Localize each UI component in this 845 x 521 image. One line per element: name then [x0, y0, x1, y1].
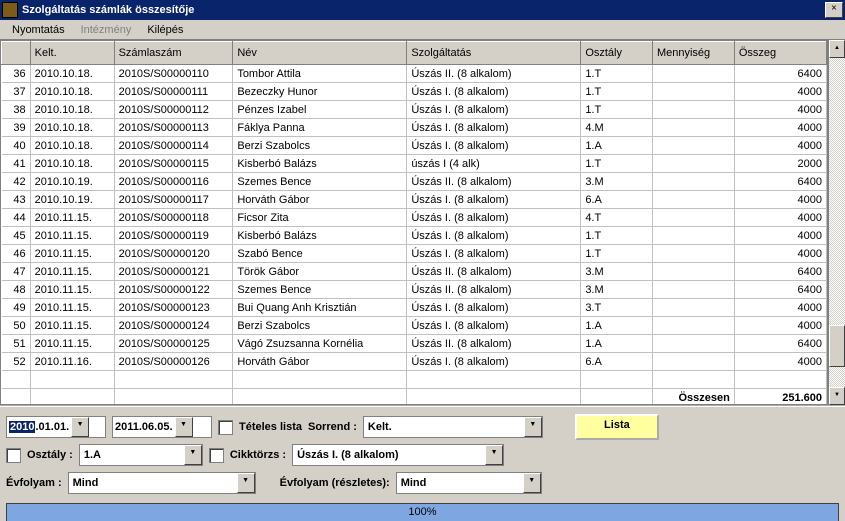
chevron-down-icon[interactable]: ▼ — [175, 417, 193, 437]
controls-panel: 2010.01.01. ▼ 2011.06.05. ▼ Tételes list… — [0, 405, 845, 499]
col-osszeg[interactable]: Összeg — [734, 42, 826, 65]
summary-total: 251.600 — [734, 389, 826, 406]
table-row[interactable]: 472010.11.15.2010S/S00000121Török GáborÚ… — [2, 263, 827, 281]
teteles-lista-label: Tételes lista — [239, 421, 302, 433]
grid-area: Kelt. Számlaszám Név Szolgáltatás Osztál… — [0, 40, 845, 405]
table-row[interactable]: 372010.10.18.2010S/S00000111Bezeczky Hun… — [2, 83, 827, 101]
date-to-input[interactable]: 2011.06.05. ▼ — [112, 416, 212, 438]
col-kelt[interactable]: Kelt. — [30, 42, 114, 65]
evfolyam-reszletes-label: Évfolyam (részletes): — [280, 477, 390, 489]
table-row[interactable]: 412010.10.18.2010S/S00000115Kisberbó Bal… — [2, 155, 827, 173]
menu-kilepes[interactable]: Kilépés — [139, 22, 191, 38]
table-row[interactable]: 452010.11.15.2010S/S00000119Kisberbó Bal… — [2, 227, 827, 245]
col-rownum[interactable] — [2, 42, 31, 65]
osztaly-label: Osztály : — [27, 449, 73, 461]
header-row: Kelt. Számlaszám Név Szolgáltatás Osztál… — [2, 42, 827, 65]
table-row[interactable]: 392010.10.18.2010S/S00000113Fáklya Panna… — [2, 119, 827, 137]
scroll-up-icon[interactable]: ▲ — [829, 40, 845, 58]
table-row[interactable]: 462010.11.15.2010S/S00000120Szabó BenceÚ… — [2, 245, 827, 263]
data-grid[interactable]: Kelt. Számlaszám Név Szolgáltatás Osztál… — [0, 40, 828, 405]
menu-intezmeny: Intézmény — [73, 22, 140, 38]
table-row[interactable]: 512010.11.15.2010S/S00000125Vágó Zsuzsan… — [2, 335, 827, 353]
table-row[interactable]: 402010.10.18.2010S/S00000114Berzi Szabol… — [2, 137, 827, 155]
chevron-down-icon[interactable]: ▼ — [71, 417, 89, 437]
sorrend-combo[interactable]: Kelt. ▼ — [363, 416, 543, 438]
col-osztaly[interactable]: Osztály — [581, 42, 653, 65]
chevron-down-icon[interactable]: ▼ — [237, 473, 255, 493]
table-row[interactable]: 482010.11.15.2010S/S00000122Szemes Bence… — [2, 281, 827, 299]
evfolyam-reszletes-combo[interactable]: Mind ▼ — [396, 472, 542, 494]
progress-bar: 100% — [6, 503, 839, 521]
window-title: Szolgáltatás számlák összesítője — [22, 4, 825, 16]
scroll-track[interactable] — [829, 58, 845, 387]
table-row[interactable]: 522010.11.16.2010S/S00000126Horváth Gábo… — [2, 353, 827, 371]
chevron-down-icon[interactable]: ▼ — [184, 445, 202, 465]
osztaly-combo[interactable]: 1.A ▼ — [79, 444, 203, 466]
table-row[interactable]: 362010.10.18.2010S/S00000110Tombor Attil… — [2, 65, 827, 83]
cikktorzs-combo[interactable]: Úszás I. (8 alkalom) ▼ — [292, 444, 504, 466]
date-from-input[interactable]: 2010.01.01. ▼ — [6, 416, 106, 438]
scroll-thumb[interactable] — [829, 325, 845, 367]
cikktorzs-checkbox[interactable] — [209, 448, 224, 463]
evfolyam-label: Évfolyam : — [6, 477, 62, 489]
scroll-down-icon[interactable]: ▼ — [829, 387, 845, 405]
osztaly-checkbox[interactable] — [6, 448, 21, 463]
title-bar: Szolgáltatás számlák összesítője × — [0, 0, 845, 20]
col-nev[interactable]: Név — [233, 42, 407, 65]
empty-row — [2, 371, 827, 389]
table-row[interactable]: 502010.11.15.2010S/S00000124Berzi Szabol… — [2, 317, 827, 335]
chevron-down-icon[interactable]: ▼ — [485, 445, 503, 465]
col-mennyiseg[interactable]: Mennyiség — [652, 42, 734, 65]
table-row[interactable]: 422010.10.19.2010S/S00000116Szemes Bence… — [2, 173, 827, 191]
cikktorzs-label: Cikktörzs : — [230, 449, 286, 461]
app-icon — [2, 2, 18, 18]
table-row[interactable]: 432010.10.19.2010S/S00000117Horváth Gábo… — [2, 191, 827, 209]
lista-button[interactable]: Lista — [575, 414, 659, 440]
chevron-down-icon[interactable]: ▼ — [523, 473, 541, 493]
table-row[interactable]: 382010.10.18.2010S/S00000112Pénzes Izabe… — [2, 101, 827, 119]
col-szamlaszam[interactable]: Számlaszám — [114, 42, 233, 65]
close-button[interactable]: × — [825, 2, 843, 18]
summary-label: Összesen — [652, 389, 734, 406]
chevron-down-icon[interactable]: ▼ — [524, 417, 542, 437]
table-row[interactable]: 442010.11.15.2010S/S00000118Ficsor ZitaÚ… — [2, 209, 827, 227]
menu-bar: Nyomtatás Intézmény Kilépés — [0, 20, 845, 40]
vertical-scrollbar[interactable]: ▲ ▼ — [828, 40, 845, 405]
sorrend-label: Sorrend : — [308, 421, 357, 433]
evfolyam-combo[interactable]: Mind ▼ — [68, 472, 256, 494]
col-szolgaltatas[interactable]: Szolgáltatás — [407, 42, 581, 65]
teteles-lista-checkbox[interactable] — [218, 420, 233, 435]
menu-nyomtatas[interactable]: Nyomtatás — [4, 22, 73, 38]
summary-row: Összesen 251.600 — [2, 389, 827, 406]
table-row[interactable]: 492010.11.15.2010S/S00000123Bui Quang An… — [2, 299, 827, 317]
